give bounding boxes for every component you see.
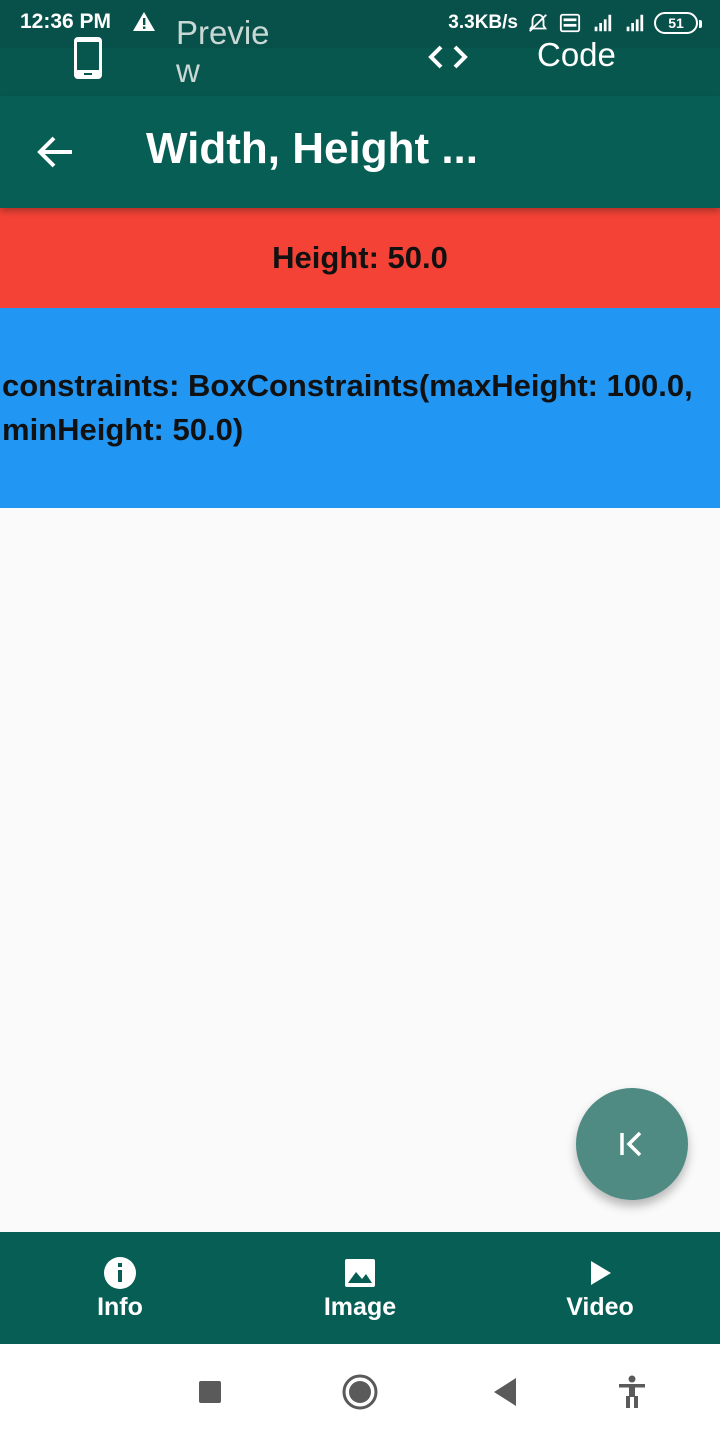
muted-bell-icon xyxy=(528,13,548,32)
page-title: Width, Height ... xyxy=(146,124,478,173)
image-icon xyxy=(345,1258,375,1287)
signal-4g-icon xyxy=(594,14,612,32)
system-navigation-bar xyxy=(0,1344,720,1440)
nav-item-video[interactable]: Video xyxy=(480,1232,720,1344)
app-bar: Width, Height ... xyxy=(0,96,720,208)
nav-label-video: Video xyxy=(566,1292,634,1321)
code-icon[interactable] xyxy=(427,42,469,72)
info-icon xyxy=(104,1256,136,1289)
tab-code[interactable]: Code xyxy=(537,36,616,74)
red-height-box: Height: 50.0 xyxy=(0,208,720,308)
play-icon xyxy=(591,1260,611,1285)
nav-item-image[interactable]: Image xyxy=(240,1232,480,1344)
back-arrow-icon[interactable] xyxy=(36,132,76,172)
warning-icon xyxy=(133,12,155,31)
battery-level: 51 xyxy=(668,15,684,31)
accessibility-icon[interactable] xyxy=(617,1375,647,1409)
signal-icon xyxy=(626,14,644,32)
status-right-group: 3.3KB/s 51 xyxy=(448,10,702,36)
network-speed: 3.3KB/s xyxy=(448,12,518,33)
back-triangle-icon[interactable] xyxy=(492,1376,518,1408)
nav-label-info: Info xyxy=(97,1292,143,1321)
battery-icon: 51 xyxy=(654,12,702,34)
home-circle-icon[interactable] xyxy=(341,1373,379,1411)
height-label: Height: 50.0 xyxy=(272,240,448,275)
status-time: 12:36 PM xyxy=(20,10,112,33)
blue-constraints-box: constraints: BoxConstraints(maxHeight: 1… xyxy=(0,308,720,508)
bottom-navigation: Info Image Video xyxy=(0,1232,720,1344)
skip-previous-icon xyxy=(620,1131,642,1157)
volte-icon xyxy=(559,13,581,33)
screen: 12:36 PM 3.3KB/s 51 Preview Code Width, … xyxy=(0,0,720,1440)
nav-label-image: Image xyxy=(323,1292,397,1321)
recents-square-icon[interactable] xyxy=(199,1381,221,1403)
tab-preview[interactable]: Preview xyxy=(176,14,286,90)
phone-icon[interactable] xyxy=(72,36,104,80)
constraints-label: constraints: BoxConstraints(maxHeight: 1… xyxy=(2,368,693,447)
first-page-fab[interactable] xyxy=(576,1088,688,1200)
nav-item-info[interactable]: Info xyxy=(0,1232,240,1344)
